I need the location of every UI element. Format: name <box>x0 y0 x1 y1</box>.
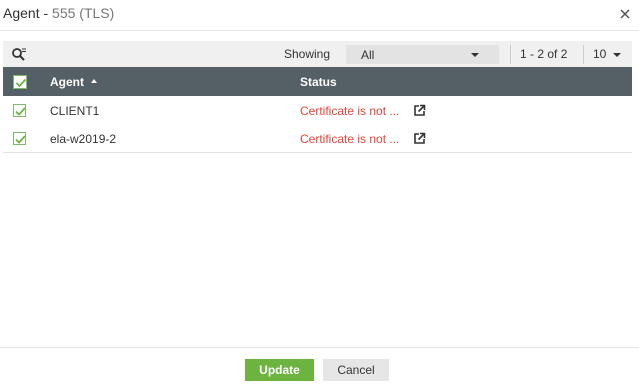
filter-bar: Showing All 1 - 2 of 2 10 <box>3 41 632 67</box>
external-link-icon[interactable] <box>413 132 426 145</box>
column-header-status: Status <box>300 75 337 89</box>
close-icon[interactable] <box>619 8 631 20</box>
dialog-title-sub: 555 (TLS) <box>52 5 115 21</box>
dialog-title-main: Agent - <box>3 5 49 21</box>
dialog-footer: Update Cancel <box>0 347 639 392</box>
status-text[interactable]: Certificate is not ... <box>300 132 399 146</box>
showing-select-value: All <box>361 48 375 62</box>
showing-label: Showing <box>284 47 331 61</box>
cancel-button[interactable]: Cancel <box>323 359 389 381</box>
dialog-title: Agent - 555 (TLS) <box>3 5 114 21</box>
pager-divider <box>583 45 584 64</box>
table-row[interactable]: CLIENT1 Certificate is not ... <box>3 96 632 125</box>
page-size-select[interactable]: 10 <box>593 47 627 61</box>
select-all-checkbox[interactable] <box>13 75 27 89</box>
update-button[interactable]: Update <box>245 359 314 381</box>
agent-dialog: Agent - 555 (TLS) Showing All 1 - 2 of 2… <box>0 0 639 391</box>
row-checkbox[interactable] <box>13 132 26 145</box>
chevron-down-icon <box>613 53 621 57</box>
search-filter-icon[interactable] <box>11 46 27 62</box>
pager-divider <box>510 45 511 64</box>
table-row[interactable]: ela-w2019-2 Certificate is not ... <box>3 124 632 153</box>
agent-name: ela-w2019-2 <box>50 132 117 146</box>
table-header: Agent Status <box>3 67 632 96</box>
pager-range: 1 - 2 of 2 <box>520 47 568 61</box>
row-checkbox[interactable] <box>13 104 26 117</box>
showing-select[interactable]: All <box>346 45 499 64</box>
dialog-title-bar: Agent - 555 (TLS) <box>0 0 639 31</box>
external-link-icon[interactable] <box>413 104 426 117</box>
agent-name: CLIENT1 <box>50 104 100 118</box>
column-header-agent[interactable]: Agent <box>50 75 84 89</box>
status-text[interactable]: Certificate is not ... <box>300 104 399 118</box>
chevron-down-icon <box>471 53 479 57</box>
sort-ascending-icon[interactable] <box>91 79 97 83</box>
page-size-value: 10 <box>593 47 607 61</box>
